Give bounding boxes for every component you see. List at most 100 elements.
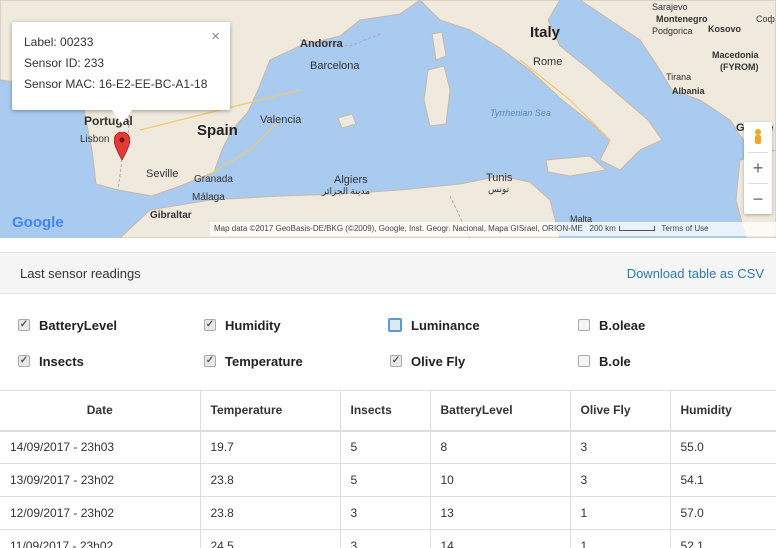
zoom-out-button[interactable]: − xyxy=(744,184,772,214)
attribution-text: Map data ©2017 GeoBasis-DE/BKG (©2009), … xyxy=(214,224,583,233)
cell-date: 12/09/2017 - 23h02 xyxy=(0,496,201,530)
cell-insects: 5 xyxy=(340,463,431,497)
table-row: 13/09/2017 - 23h02 23.8 5 10 3 54.1 xyxy=(0,463,776,497)
map-label-lisbon: Lisbon xyxy=(80,134,110,145)
cell-temperature: 19.7 xyxy=(200,430,341,464)
map-scale-label[interactable]: 200 km xyxy=(590,224,616,233)
info-sensor-id: Sensor ID: 233 xyxy=(24,56,105,70)
table-header-row: Date Temperature Insects BatteryLevel Ol… xyxy=(0,390,776,432)
filter-label: Temperature xyxy=(225,353,303,369)
filter-humidity[interactable]: ✓ Humidity xyxy=(204,316,281,334)
cell-batterylevel: 14 xyxy=(430,529,571,548)
map-pin-icon[interactable] xyxy=(114,132,130,160)
cell-insects: 3 xyxy=(340,529,431,548)
filter-temperature[interactable]: ✓ Temperature xyxy=(204,352,303,370)
map-label-algiers-arabic: مدينة الجزائر xyxy=(322,186,371,196)
cell-humidity: 55.0 xyxy=(670,430,776,464)
cell-humidity: 54.1 xyxy=(670,463,776,497)
cell-batterylevel: 13 xyxy=(430,496,571,530)
info-sensor-mac: Sensor MAC: 16-E2-EE-BC-A1-18 xyxy=(24,77,208,91)
checkbox-insects[interactable]: ✓ xyxy=(18,355,30,367)
cell-olive-fly: 3 xyxy=(570,430,671,464)
info-window-tail xyxy=(112,110,132,124)
map-scale-bar xyxy=(618,226,655,232)
table-row: 14/09/2017 - 23h03 19.7 5 8 3 55.0 xyxy=(0,430,776,464)
checkbox-luminance[interactable] xyxy=(388,318,402,332)
checkbox-batterylevel[interactable]: ✓ xyxy=(18,319,30,331)
map-label-seville: Seville xyxy=(146,168,179,180)
filter-label: B.oleae xyxy=(599,317,646,333)
column-header-date[interactable]: Date xyxy=(0,390,201,432)
map-label-sofia: Coф xyxy=(756,14,775,24)
column-header-batterylevel[interactable]: BatteryLevel xyxy=(430,390,571,432)
map-label-barcelona: Barcelona xyxy=(310,60,360,72)
filter-label: Insects xyxy=(39,353,84,369)
cell-insects: 3 xyxy=(340,496,431,530)
filter-bole[interactable]: B.ole xyxy=(578,352,631,370)
cell-batterylevel: 10 xyxy=(430,463,571,497)
cell-date: 11/09/2017 - 23h02 xyxy=(0,529,201,548)
map-zoom-controls: + − xyxy=(744,122,772,214)
filter-batterylevel[interactable]: ✓ BatteryLevel xyxy=(18,316,117,334)
map-label-andorra: Andorra xyxy=(300,38,343,50)
zoom-in-button[interactable]: + xyxy=(744,153,772,183)
map-label-tunis: Tunis xyxy=(486,172,513,184)
map-label-sarajevo: Sarajevo xyxy=(652,2,688,12)
cell-humidity: 52.1 xyxy=(670,529,776,548)
filter-label: Luminance xyxy=(411,317,480,333)
filter-olive-fly[interactable]: ✓ Olive Fly xyxy=(390,352,465,370)
checkbox-boleae[interactable] xyxy=(578,319,590,331)
map-label-rome: Rome xyxy=(533,56,563,68)
map-label-montenegro: Montenegro xyxy=(656,14,708,24)
download-csv-link[interactable]: Download table as CSV xyxy=(627,266,764,281)
map-label-granada: Granada xyxy=(194,174,233,185)
map-attribution: Map data ©2017 GeoBasis-DE/BKG (©2009), … xyxy=(210,222,776,236)
map-label-tyrrhenian-sea: Tyrrhenian Sea xyxy=(490,108,551,118)
terms-of-use-link[interactable]: Terms of Use xyxy=(661,224,708,233)
checkbox-humidity[interactable]: ✓ xyxy=(204,319,216,331)
map-label-gibraltar: Gibraltar xyxy=(150,210,192,221)
cell-humidity: 57.0 xyxy=(670,496,776,530)
google-logo[interactable]: Google xyxy=(12,214,64,231)
filter-label: B.ole xyxy=(599,353,631,369)
info-close-icon[interactable]: × xyxy=(211,28,220,45)
map-label-podgorica: Podgorica xyxy=(652,26,693,36)
column-header-olive-fly[interactable]: Olive Fly xyxy=(570,390,671,432)
info-label: Label: 00233 xyxy=(24,35,94,49)
checkbox-olive-fly[interactable]: ✓ xyxy=(390,355,402,367)
map-label-valencia: Valencia xyxy=(260,114,302,126)
panel-title: Last sensor readings xyxy=(20,266,141,281)
filter-insects[interactable]: ✓ Insects xyxy=(18,352,84,370)
map-label-albania: Albania xyxy=(672,86,705,96)
cell-temperature: 23.8 xyxy=(200,496,341,530)
map-label-fyrom: (FYROM) xyxy=(720,62,759,72)
filter-boleae[interactable]: B.oleae xyxy=(578,316,645,334)
cell-olive-fly: 3 xyxy=(570,463,671,497)
cell-date: 14/09/2017 - 23h03 xyxy=(0,430,201,464)
cell-olive-fly: 1 xyxy=(570,496,671,530)
filter-label: Humidity xyxy=(225,317,281,333)
map-label-spain: Spain xyxy=(197,122,238,139)
map-label-macedonia: Macedonia xyxy=(712,50,759,60)
cell-insects: 5 xyxy=(340,430,431,464)
checkbox-bole[interactable] xyxy=(578,355,590,367)
sensor-info-window: Label: 00233 Sensor ID: 233 Sensor MAC: … xyxy=(12,22,230,110)
map-label-tirana: Tirana xyxy=(666,72,692,82)
filter-luminance[interactable]: Luminance xyxy=(388,316,480,334)
map-label-tunis-arabic: تونس xyxy=(488,184,510,194)
filter-label: Olive Fly xyxy=(411,353,466,369)
map-label-kosovo: Kosovo xyxy=(708,24,742,34)
cell-olive-fly: 1 xyxy=(570,529,671,548)
checkbox-temperature[interactable]: ✓ xyxy=(204,355,216,367)
pegman-icon[interactable] xyxy=(744,122,772,152)
filter-label: BatteryLevel xyxy=(39,317,118,333)
column-header-temperature[interactable]: Temperature xyxy=(200,390,341,432)
column-header-insects[interactable]: Insects xyxy=(340,390,431,432)
readings-table: Date Temperature Insects BatteryLevel Ol… xyxy=(0,390,776,548)
table-row: 11/09/2017 - 23h02 24.5 3 14 1 52.1 xyxy=(0,529,776,548)
map[interactable]: Italy Spain Portugal Lisbon Andorra Barc… xyxy=(0,0,776,238)
column-header-humidity[interactable]: Humidity xyxy=(670,390,776,432)
cell-temperature: 24.5 xyxy=(200,529,341,548)
map-label-italy: Italy xyxy=(530,24,561,41)
google-logo-text: Google xyxy=(12,214,64,231)
